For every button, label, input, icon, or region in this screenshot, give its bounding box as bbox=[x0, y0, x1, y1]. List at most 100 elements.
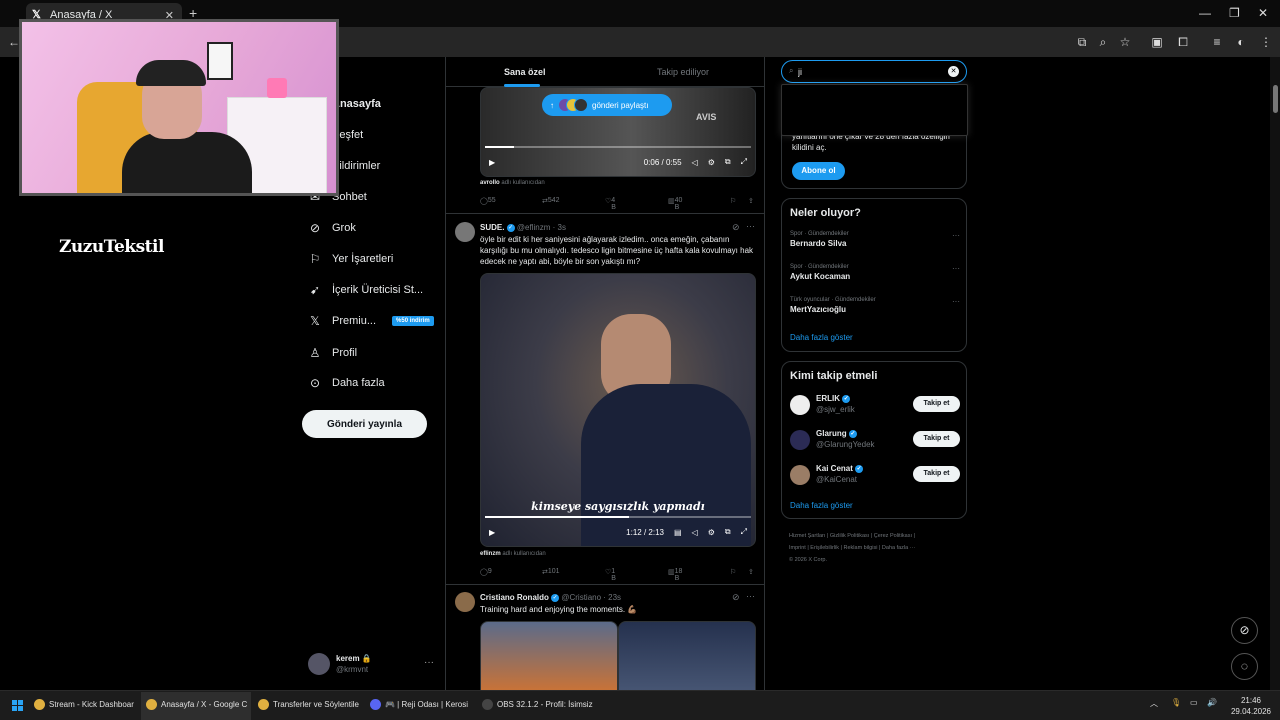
window-close-icon[interactable]: ✕ bbox=[1258, 6, 1268, 20]
grok-icon[interactable]: ⊘ bbox=[732, 222, 740, 233]
trend-item[interactable]: Spor · Gündemdekiler Bernardo Silva ··· bbox=[790, 231, 960, 248]
zoom-icon[interactable]: ⌕ bbox=[1096, 35, 1110, 49]
bookmark-icon[interactable]: ⚐ bbox=[730, 197, 736, 205]
share-notification-pill[interactable]: ↑ gönderi paylaştı bbox=[542, 94, 672, 116]
follow-suggestion[interactable]: Kai Cenat ✓ @KaiCenat Takip et bbox=[790, 463, 960, 489]
trend-item[interactable]: Türk oyuncular · Gündemdekiler MertYazıcı… bbox=[790, 297, 960, 314]
fullscreen-icon[interactable]: ⤢ bbox=[741, 527, 747, 537]
scrollbar-thumb[interactable] bbox=[1273, 85, 1278, 113]
repost-button[interactable]: ⇄ 542 bbox=[542, 197, 560, 205]
more-dots-icon[interactable]: ··· bbox=[746, 221, 755, 231]
source-user[interactable]: avrollo bbox=[480, 180, 500, 186]
follow-button[interactable]: Takip et bbox=[913, 396, 960, 412]
grok-icon[interactable]: ⊘ bbox=[732, 592, 740, 603]
more-dots-icon[interactable]: ··· bbox=[952, 297, 960, 306]
nav-item-grok[interactable]: ⊘ Grok bbox=[308, 216, 356, 240]
tab-for-you[interactable]: Sana özel bbox=[504, 67, 546, 77]
footer-line[interactable]: Hizmet Şartları | Gizlilik Politikası | … bbox=[789, 530, 959, 542]
page-scrollbar[interactable] bbox=[1270, 57, 1280, 690]
show-more-link[interactable]: Daha fazla göster bbox=[790, 333, 853, 342]
display-icon[interactable]: ▭ bbox=[1190, 698, 1198, 707]
nav-item-creator-studio[interactable]: ➹ İçerik Üreticisi St... bbox=[308, 278, 423, 302]
share-icon[interactable]: ⇪ bbox=[748, 197, 754, 205]
taskbar-item[interactable]: Anasayfa / X - Google C bbox=[146, 699, 247, 710]
like-button[interactable]: ♡ 1 B bbox=[605, 568, 616, 582]
show-more-link[interactable]: Daha fazla göster bbox=[790, 501, 853, 510]
windows-start-icon[interactable] bbox=[12, 700, 24, 712]
footer-line[interactable]: Imprint | Erişilebilirlik | Reklam bilgi… bbox=[789, 542, 959, 554]
tab-following[interactable]: Takip ediliyor bbox=[657, 67, 709, 77]
grok-icon: ⊘ bbox=[309, 221, 321, 235]
volume-icon[interactable]: ◁ bbox=[692, 528, 698, 537]
repost-button[interactable]: ⇄ 101 bbox=[542, 568, 560, 576]
views-button[interactable]: ▥ 40 B bbox=[668, 197, 682, 211]
reply-button[interactable]: ◯ 9 bbox=[480, 568, 492, 576]
grok-fab-icon[interactable]: ⊘ bbox=[1231, 617, 1258, 644]
captions-icon[interactable]: ▤ bbox=[674, 528, 682, 537]
taskbar-item[interactable]: Transferler ve Söylentile bbox=[258, 699, 359, 710]
post-button[interactable]: Gönderi yayınla bbox=[302, 410, 427, 438]
post-image[interactable] bbox=[480, 621, 618, 690]
settings-icon[interactable]: ⚙ bbox=[708, 158, 715, 167]
video-player[interactable]: kimseye saygısızlık yapmadı ▶ 1:12 / 2:1… bbox=[480, 273, 756, 547]
microphone-icon[interactable]: 🎙 bbox=[1171, 698, 1181, 707]
taskbar-item[interactable]: 🎮 | Reji Odası | Kerosi bbox=[370, 699, 468, 710]
nav-item-bookmarks[interactable]: ⚐ Yer İşaretleri bbox=[308, 247, 394, 271]
bookmark-star-icon[interactable]: ☆ bbox=[1118, 35, 1132, 49]
author-name[interactable]: Cristiano Ronaldo bbox=[480, 593, 549, 602]
follow-suggestion[interactable]: Glarung ✓ @GlarungYedek Takip et bbox=[790, 428, 960, 454]
views-button[interactable]: ▥ 18 B bbox=[668, 568, 682, 582]
account-switcher[interactable]: kerem 🔒 @krmvnt ··· bbox=[308, 653, 436, 677]
follow-suggestion[interactable]: ERLIK ✓ @sjw_erlik Takip et bbox=[790, 393, 960, 419]
taskbar-label: Stream - Kick Dashboar bbox=[49, 700, 134, 709]
maximize-icon[interactable]: ❐ bbox=[1229, 6, 1240, 20]
post-image[interactable] bbox=[618, 621, 756, 690]
more-dots-icon[interactable]: ··· bbox=[424, 657, 434, 668]
nav-item-premium[interactable]: 𝕏 Premiu... %50 indirim bbox=[308, 309, 434, 333]
more-dots-icon[interactable]: ··· bbox=[952, 231, 960, 240]
settings-icon[interactable]: ⚙ bbox=[708, 528, 715, 537]
extensions-puzzle-icon[interactable]: ⧠ bbox=[1176, 35, 1190, 49]
search-box[interactable]: ⌕ ✕ bbox=[781, 60, 967, 83]
subscribe-button[interactable]: Abone ol bbox=[792, 162, 845, 180]
follow-button[interactable]: Takip et bbox=[913, 431, 960, 447]
extension-icon[interactable]: ▣ bbox=[1150, 35, 1164, 49]
system-clock[interactable]: 21:46 29.04.2026 bbox=[1225, 695, 1277, 717]
minimize-icon[interactable]: — bbox=[1199, 6, 1211, 20]
reply-button[interactable]: ◯ 55 bbox=[480, 197, 496, 205]
volume-icon[interactable]: ◁ bbox=[692, 158, 698, 167]
play-icon[interactable]: ▶ bbox=[489, 528, 495, 537]
fullscreen-icon[interactable]: ⤢ bbox=[741, 157, 747, 167]
volume-icon[interactable]: 🔊 bbox=[1207, 698, 1217, 707]
more-dots-icon[interactable]: ··· bbox=[952, 264, 960, 273]
source-user[interactable]: eflinzm bbox=[480, 551, 501, 557]
follow-button[interactable]: Takip et bbox=[913, 466, 960, 482]
more-dots-icon[interactable]: ··· bbox=[746, 591, 755, 601]
messages-fab-icon[interactable]: ◌ bbox=[1231, 653, 1258, 680]
play-icon[interactable]: ▶ bbox=[489, 158, 495, 167]
search-input[interactable] bbox=[798, 65, 948, 79]
share-icon[interactable]: ⇪ bbox=[748, 568, 754, 576]
avatar[interactable] bbox=[455, 222, 475, 242]
menu-kebab-icon[interactable]: ⋮ bbox=[1259, 35, 1273, 49]
pip-icon[interactable]: ⧉ bbox=[725, 527, 731, 537]
nav-label: Bildirimler bbox=[332, 160, 381, 172]
cast-icon[interactable]: ⧉ bbox=[1075, 35, 1089, 49]
taskbar-item[interactable]: OBS 32.1.2 - Profil: İsimsiz bbox=[482, 699, 593, 710]
clear-search-icon[interactable]: ✕ bbox=[948, 66, 959, 77]
discord-icon bbox=[370, 699, 381, 710]
bookmark-icon[interactable]: ⚐ bbox=[730, 568, 736, 576]
author-name[interactable]: SUDE. bbox=[480, 223, 504, 232]
tray-chevron-icon[interactable]: ︿ bbox=[1150, 698, 1158, 709]
avatar[interactable] bbox=[455, 592, 475, 612]
nav-item-more[interactable]: ⊙ Daha fazla bbox=[308, 371, 385, 395]
like-button[interactable]: ♡ 4 B bbox=[605, 197, 616, 211]
nav-item-profile[interactable]: ♙ Profil bbox=[308, 341, 357, 365]
taskbar-item[interactable]: Stream - Kick Dashboar bbox=[34, 699, 134, 710]
video-caption: kimseye saygısızlık yapmadı bbox=[531, 500, 705, 513]
profile-avatar-icon[interactable]: ◐ bbox=[1234, 35, 1248, 49]
pip-icon[interactable]: ⧉ bbox=[725, 157, 731, 167]
trend-item[interactable]: Spor · Gündemdekiler Aykut Kocaman ··· bbox=[790, 264, 960, 281]
reading-list-icon[interactable]: ≡ bbox=[1210, 35, 1224, 49]
video-controls: ▶ 0:06 / 0:55 ◁ ⚙ ⧉ ⤢ bbox=[481, 148, 755, 176]
